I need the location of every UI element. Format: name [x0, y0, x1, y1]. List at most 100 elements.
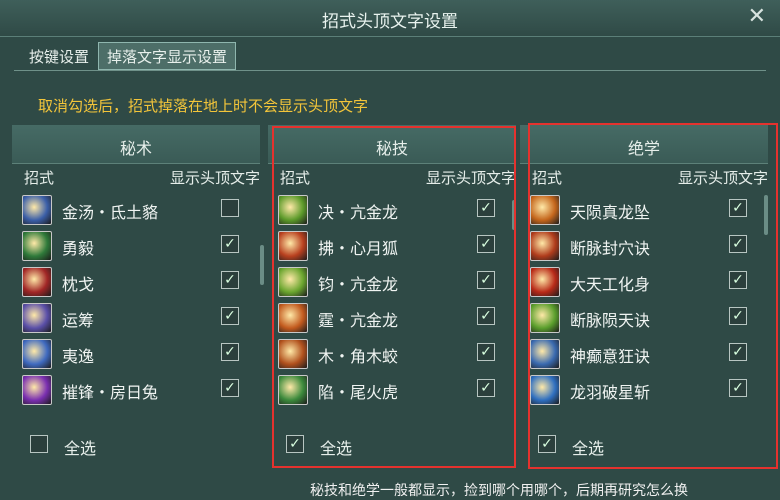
window-title: 招式头顶文字设置	[322, 12, 458, 32]
skill-name: 夷逸	[62, 347, 95, 366]
show-text-checkbox[interactable]: ✓	[477, 271, 495, 289]
tab-bar: 按键设置 掉落文字显示设置	[20, 42, 237, 70]
skill-name: 断脉陨天诀	[570, 311, 651, 330]
show-text-checkbox[interactable]: ✓	[477, 343, 495, 361]
skill-name: 钧・亢金龙	[318, 275, 399, 294]
show-text-checkbox[interactable]: ✓	[729, 307, 747, 325]
figure-skill-icon	[22, 231, 52, 261]
show-text-checkbox[interactable]: ✓	[221, 343, 239, 361]
flame-strike-skill-icon	[278, 303, 308, 333]
tab-key-settings[interactable]: 按键设置	[20, 42, 98, 70]
show-text-checkbox[interactable]: ✓	[729, 271, 747, 289]
skill-row: 断脉陨天诀 ✓	[530, 303, 765, 337]
skill-row: 运筹 ✓	[22, 303, 257, 337]
star-slash-skill-icon	[530, 375, 560, 405]
show-text-checkbox[interactable]: ✓	[477, 235, 495, 253]
skill-row: 摧锋・房日兔 ✓	[22, 375, 257, 409]
show-text-checkbox[interactable]: ✓	[477, 199, 495, 217]
vortex-skill-icon	[22, 195, 52, 225]
skill-row: 木・角木蛟 ✓	[278, 339, 513, 373]
skill-name: 枕戈	[62, 275, 95, 294]
skill-name: 决・亢金龙	[318, 203, 399, 222]
skill-row: 拂・心月狐 ✓	[278, 231, 513, 265]
close-icon[interactable]: ✕	[748, 4, 766, 29]
skill-row: 龙羽破星斩 ✓	[530, 375, 765, 409]
skill-name: 勇毅	[62, 239, 95, 258]
skill-name: 金汤・氐土貉	[62, 203, 159, 222]
show-text-checkbox[interactable]: ✓	[221, 235, 239, 253]
red-burst-skill-icon	[22, 267, 52, 297]
scrollbar[interactable]	[260, 245, 264, 285]
skill-name: 拂・心月狐	[318, 239, 399, 258]
skill-row: 勇毅 ✓	[22, 231, 257, 265]
green-bolt-skill-icon	[530, 303, 560, 333]
fire-pillar-skill-icon	[278, 339, 308, 369]
select-all-checkbox[interactable]	[30, 435, 48, 453]
show-text-checkbox[interactable]: ✓	[729, 199, 747, 217]
select-all-label: 全选	[572, 439, 605, 458]
annotation-note: 秘技和绝学一般都显示，捡到哪个用哪个，后期再研究怎么换	[310, 483, 688, 499]
skill-row: 枕戈 ✓	[22, 267, 257, 301]
inferno-skill-icon	[530, 267, 560, 297]
panel-header: 绝学	[520, 125, 768, 164]
show-text-checkbox[interactable]: ✓	[221, 379, 239, 397]
panel-title: 秘术	[119, 139, 152, 158]
skill-row: 霆・亢金龙 ✓	[278, 303, 513, 337]
skill-row: 决・亢金龙 ✓	[278, 195, 513, 229]
select-all-label: 全选	[64, 439, 97, 458]
select-all-checkbox[interactable]: ✓	[286, 435, 304, 453]
green-swirl-skill-icon	[278, 375, 308, 405]
fire-skill-icon	[278, 231, 308, 261]
scrollbar[interactable]	[764, 195, 768, 235]
panel-miji: 秘技 招式 显示头顶文字 决・亢金龙 ✓ 拂・心月狐 ✓ 钧・亢金龙 ✓ 霆・亢金龙 ✓ 木・角…	[268, 125, 516, 465]
skill-name: 天陨真龙坠	[570, 203, 651, 222]
skill-name: 运筹	[62, 311, 95, 330]
skill-name: 陷・尾火虎	[318, 383, 399, 402]
show-text-checkbox[interactable]: ✓	[477, 307, 495, 325]
column-header-show-text: 显示头顶文字	[677, 169, 768, 187]
show-text-checkbox[interactable]: ✓	[729, 343, 747, 361]
skill-row: 金汤・氐土貉	[22, 195, 257, 229]
panel-mishu: 秘术 招式 显示头顶文字 金汤・氐土貉 勇毅 ✓ 枕戈 ✓ 运筹 ✓ 夷逸 ✓ 摧锋・房日兔 ✓ 全…	[12, 125, 260, 465]
show-text-checkbox[interactable]: ✓	[221, 271, 239, 289]
skill-name: 大天工化身	[570, 275, 651, 294]
skill-row: 夷逸 ✓	[22, 339, 257, 373]
column-header-show-text: 显示头顶文字	[169, 169, 260, 187]
show-text-checkbox[interactable]: ✓	[729, 379, 747, 397]
sphere-skill-icon	[530, 339, 560, 369]
show-text-checkbox[interactable]: ✓	[477, 379, 495, 397]
slash-skill-icon	[22, 375, 52, 405]
select-all-checkbox[interactable]: ✓	[538, 435, 556, 453]
show-text-checkbox[interactable]: ✓	[221, 307, 239, 325]
show-text-checkbox[interactable]: ✓	[729, 235, 747, 253]
column-header-skill: 招式	[24, 169, 55, 187]
scrollbar[interactable]	[512, 200, 516, 230]
aura-skill-icon	[22, 339, 52, 369]
skill-name: 神癫意狂诀	[570, 347, 651, 366]
panel-header: 秘术	[12, 125, 260, 164]
column-header-skill: 招式	[280, 169, 311, 187]
tab-drop-text-settings[interactable]: 掉落文字显示设置	[98, 42, 237, 70]
column-header-show-text: 显示头顶文字	[425, 169, 516, 187]
column-header-skill: 招式	[532, 169, 563, 187]
swirl-skill-icon	[22, 303, 52, 333]
skill-row: 神癫意狂诀 ✓	[530, 339, 765, 373]
show-text-checkbox[interactable]	[221, 199, 239, 217]
select-all-label: 全选	[320, 439, 353, 458]
panel-title: 绝学	[627, 139, 660, 158]
skill-name: 龙羽破星斩	[570, 383, 651, 402]
skill-name: 摧锋・房日兔	[62, 383, 159, 402]
skill-row: 断脉封穴诀 ✓	[530, 231, 765, 265]
skill-row: 天陨真龙坠 ✓	[530, 195, 765, 229]
skill-row: 大天工化身 ✓	[530, 267, 765, 301]
green-burst-skill-icon	[278, 267, 308, 297]
red-eye-skill-icon	[530, 231, 560, 261]
panel-title: 秘技	[375, 139, 408, 158]
panel-header: 秘技	[268, 125, 516, 164]
hint-text: 取消勾选后，招式掉落在地上时不会显示头顶文字	[38, 97, 369, 115]
skill-name: 霆・亢金龙	[318, 311, 399, 330]
skill-row: 钧・亢金龙 ✓	[278, 267, 513, 301]
skill-name: 断脉封穴诀	[570, 239, 651, 258]
skill-name: 木・角木蛟	[318, 347, 399, 366]
skill-row: 陷・尾火虎 ✓	[278, 375, 513, 409]
